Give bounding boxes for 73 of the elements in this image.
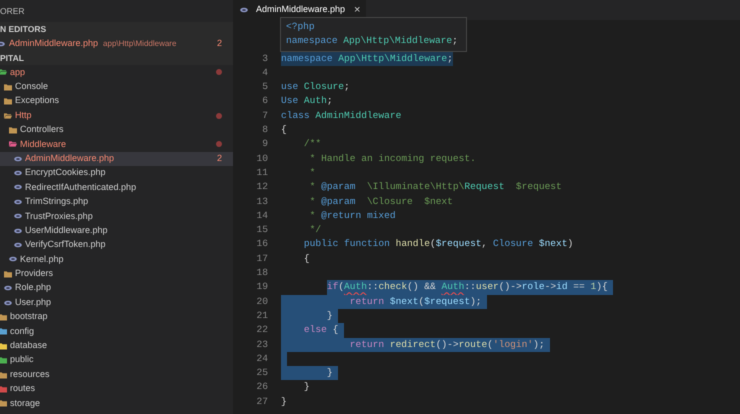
tree-item[interactable]: public bbox=[0, 352, 233, 368]
tree-item[interactable]: resources bbox=[0, 367, 233, 382]
code-line: * bbox=[310, 166, 316, 180]
line-number: 3 bbox=[261, 52, 268, 66]
section-header[interactable]: N EDITORS bbox=[0, 22, 233, 36]
tree-item[interactable]: TrustProxies.php bbox=[0, 209, 233, 224]
tree-item[interactable]: RedirectIfAuthenticated.php bbox=[0, 180, 233, 195]
line-number: 5 bbox=[261, 80, 268, 94]
code-line: * @param \Illuminate\Http\Request $request bbox=[310, 180, 562, 194]
line-number: 14 bbox=[256, 208, 268, 223]
tree-item[interactable]: app bbox=[0, 65, 233, 80]
tree-item[interactable]: Middleware bbox=[0, 137, 233, 152]
php-file-icon bbox=[240, 6, 248, 14]
code-line: * Handle an incoming request. bbox=[310, 152, 476, 166]
code-line: * @return mixed bbox=[310, 208, 396, 223]
code-line: } bbox=[304, 380, 310, 394]
line-number: 9 bbox=[261, 137, 268, 152]
code-line: /** bbox=[304, 137, 322, 152]
tree-item[interactable]: EncryptCookies.php bbox=[0, 166, 233, 180]
tree-item[interactable]: Kernel.php bbox=[0, 252, 233, 267]
line-number: 17 bbox=[256, 252, 268, 266]
line-number: 21 bbox=[256, 308, 268, 323]
hover-code-line: <?php bbox=[286, 20, 316, 34]
tree-item[interactable]: Console bbox=[0, 80, 233, 94]
code-line: { bbox=[304, 252, 310, 266]
editor-tab[interactable]: AdminMiddleware.php × bbox=[233, 0, 366, 20]
code-line: */ bbox=[310, 223, 322, 238]
tree-item[interactable]: bootstrap bbox=[0, 310, 233, 324]
line-number: 8 bbox=[261, 123, 268, 138]
line-number: 18 bbox=[256, 266, 268, 280]
line-number: 19 bbox=[256, 280, 268, 294]
line-number: 26 bbox=[256, 380, 268, 394]
code-line: * @param \Closure $next bbox=[310, 194, 453, 209]
line-number: 16 bbox=[256, 237, 268, 252]
line-number: 4 bbox=[261, 66, 268, 80]
code-line: class AdminMiddleware bbox=[281, 108, 402, 123]
line-number: 6 bbox=[261, 94, 268, 108]
line-number: 20 bbox=[256, 294, 268, 309]
tree-item[interactable]: Providers bbox=[0, 266, 233, 282]
tree-item[interactable]: AdminMiddleware.php 2 bbox=[0, 152, 233, 166]
code-line: { bbox=[281, 123, 287, 138]
code-line: public function handle($request, Closure $next) bbox=[304, 237, 574, 252]
line-number: 12 bbox=[256, 180, 268, 194]
line-number: 22 bbox=[256, 323, 268, 338]
tree-item[interactable]: routes bbox=[0, 382, 233, 396]
tree-item[interactable]: UserMiddleware.php bbox=[0, 223, 233, 238]
line-number: 7 bbox=[261, 108, 268, 123]
line-number: 27 bbox=[256, 394, 268, 409]
line-number: 11 bbox=[256, 166, 268, 180]
code-line: Use Auth; bbox=[281, 94, 333, 108]
line-number: 15 bbox=[256, 223, 268, 238]
tree-item[interactable]: Controllers bbox=[0, 122, 233, 138]
open-editor-item[interactable]: AdminMiddleware.php app\Http\Middleware 2 bbox=[0, 36, 233, 51]
hover-code-line: namespace App\Http\Middleware; bbox=[286, 34, 458, 48]
section-header[interactable]: PITAL bbox=[0, 50, 233, 66]
line-number: 24 bbox=[256, 352, 268, 366]
close-icon[interactable]: × bbox=[354, 4, 360, 16]
tree-item[interactable]: TrimStrings.php bbox=[0, 194, 233, 210]
line-number: 13 bbox=[256, 194, 268, 209]
sidebar-title: ORER bbox=[0, 5, 26, 18]
code-line: } bbox=[281, 394, 287, 409]
tree-item[interactable]: storage bbox=[0, 396, 233, 411]
code-line: use Closure; bbox=[281, 80, 350, 94]
tree-item[interactable]: database bbox=[0, 338, 233, 353]
tree-item[interactable]: Http bbox=[0, 108, 233, 123]
tree-item[interactable]: config bbox=[0, 324, 233, 339]
line-number: 25 bbox=[256, 366, 268, 380]
tree-item[interactable]: VerifyCsrfToken.php bbox=[0, 238, 233, 252]
tree-item[interactable]: Role.php bbox=[0, 281, 233, 296]
tree-item[interactable]: Exceptions bbox=[0, 94, 233, 108]
line-number: 23 bbox=[256, 338, 268, 352]
tree-item[interactable]: User.php bbox=[0, 295, 233, 310]
line-number: 10 bbox=[256, 152, 268, 166]
